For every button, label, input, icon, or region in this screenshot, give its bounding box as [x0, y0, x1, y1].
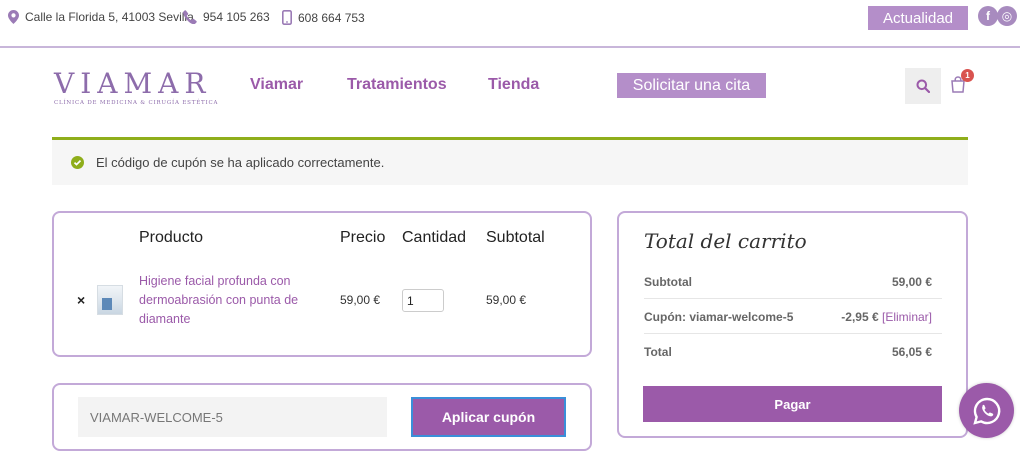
phone-text: 954 105 263 — [203, 10, 270, 24]
apply-coupon-button[interactable]: Aplicar cupón — [411, 397, 566, 437]
total-value: 56,05 € — [891, 345, 932, 359]
mobile-text: 608 664 753 — [298, 10, 365, 25]
subtotal-value: 59,00 € — [891, 275, 932, 289]
nav-tratamientos[interactable]: Tratamientos — [347, 76, 447, 94]
address-text: Calle la Florida 5, 41003 Sevilla — [25, 10, 194, 24]
nav-viamar[interactable]: Viamar — [250, 76, 303, 94]
mobile-phone-icon — [282, 10, 292, 25]
header-price: Precio — [340, 229, 386, 246]
request-appointment-button[interactable]: Solicitar una cita — [617, 73, 766, 98]
mobile-info[interactable]: 608 664 753 — [282, 10, 365, 25]
header-quantity: Cantidad — [402, 229, 467, 246]
logo-wordmark: VIAMAR — [54, 67, 212, 100]
notice-message: El código de cupón se ha aplicado correc… — [96, 155, 385, 170]
search-icon — [916, 79, 930, 93]
quantity-input[interactable] — [402, 289, 444, 312]
site-logo[interactable]: VIAMAR CLÍNICA DE MEDICINA & CIRUGÍA EST… — [54, 67, 219, 107]
whatsapp-icon — [972, 397, 1000, 425]
logo-tagline: CLÍNICA DE MEDICINA & CIRUGÍA ESTÉTICA — [54, 100, 219, 106]
item-price: 59,00 € — [340, 293, 381, 307]
coupon-discount: -2,95 € [Eliminar] — [841, 310, 932, 324]
header-subtotal: Subtotal — [486, 229, 545, 246]
checkout-button[interactable]: Pagar — [643, 386, 942, 422]
cart-count-badge: 1 — [961, 69, 974, 82]
search-button[interactable] — [905, 68, 941, 104]
remove-item-icon[interactable]: × — [77, 292, 85, 308]
totals-divider — [644, 298, 942, 299]
total-label: Total — [644, 345, 672, 359]
remove-coupon-link[interactable]: [Eliminar] — [882, 310, 932, 324]
header-product: Producto — [139, 229, 204, 246]
product-thumbnail[interactable] — [97, 285, 123, 315]
product-name-link[interactable]: Higiene facial profunda con dermoabrasió… — [139, 272, 309, 329]
whatsapp-button[interactable] — [959, 383, 1014, 438]
phone-info[interactable]: 954 105 263 — [183, 10, 270, 24]
topbar-divider — [0, 46, 1020, 48]
location-pin-icon — [8, 10, 19, 24]
subtotal-label: Subtotal — [644, 275, 692, 289]
nav-tienda[interactable]: Tienda — [488, 76, 539, 94]
coupon-discount-value: -2,95 € — [841, 310, 879, 324]
check-circle-icon — [71, 156, 84, 169]
totals-divider — [644, 333, 942, 334]
coupon-code-input[interactable] — [78, 397, 387, 437]
actualidad-button[interactable]: Actualidad — [868, 6, 968, 30]
item-subtotal: 59,00 € — [486, 293, 527, 307]
coupon-label: Cupón: viamar-welcome-5 — [644, 310, 794, 324]
phone-icon — [183, 10, 197, 24]
top-bar: Calle la Florida 5, 41003 Sevilla 954 10… — [0, 0, 1024, 48]
cart-totals-title: Total del carrito — [644, 229, 807, 253]
facebook-icon[interactable]: f — [978, 6, 998, 26]
coupon-success-notice: El código de cupón se ha aplicado correc… — [52, 137, 968, 185]
address-info: Calle la Florida 5, 41003 Sevilla — [8, 10, 194, 24]
instagram-icon[interactable]: ◎ — [997, 6, 1017, 26]
